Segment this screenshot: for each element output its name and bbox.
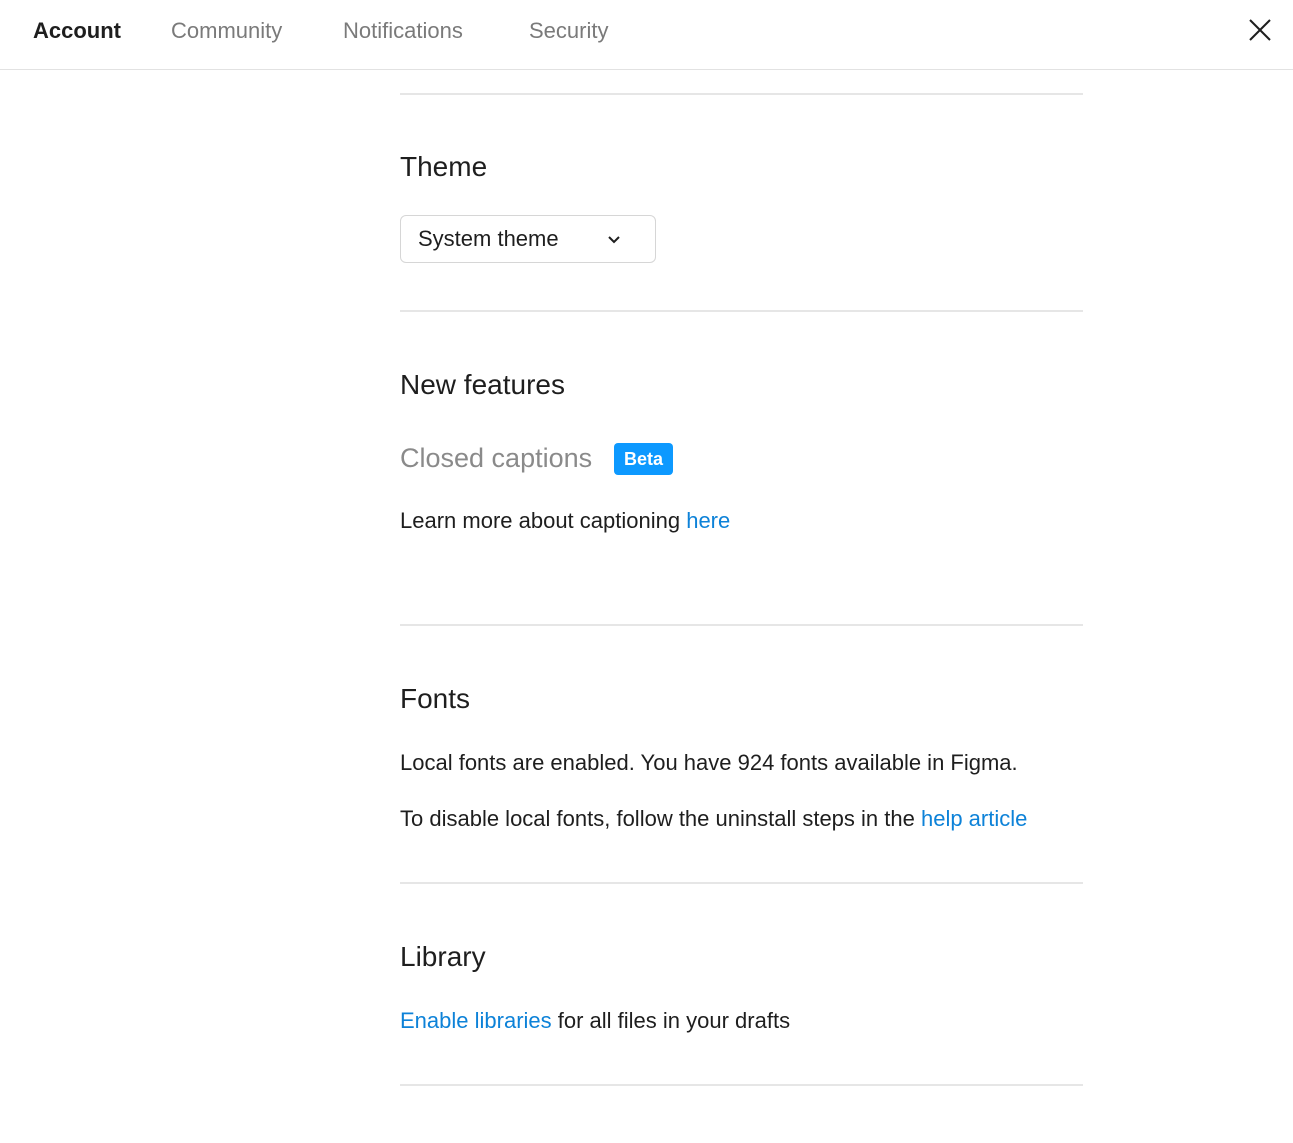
section-divider <box>400 93 1083 95</box>
tab-account[interactable]: Account <box>33 17 121 45</box>
captioning-learn-more-text: Learn more about captioning <box>400 508 687 533</box>
library-heading: Library <box>400 941 486 972</box>
section-divider <box>400 310 1083 312</box>
section-divider <box>400 624 1083 626</box>
tab-community[interactable]: Community <box>171 17 282 45</box>
close-icon <box>1249 19 1271 41</box>
beta-badge: Beta <box>614 443 673 475</box>
section-divider <box>400 1084 1083 1086</box>
captioning-here-link[interactable]: here <box>686 508 730 533</box>
new-features-heading: New features <box>400 369 565 400</box>
section-divider <box>400 882 1083 884</box>
theme-select-value: System theme <box>418 226 559 251</box>
chevron-down-icon <box>608 236 620 244</box>
library-enable-text: for all files in your drafts <box>551 1008 791 1033</box>
enable-libraries-link[interactable]: Enable libraries <box>400 1008 552 1033</box>
help-article-link[interactable]: help article <box>921 806 1027 831</box>
tab-security[interactable]: Security <box>529 17 608 45</box>
tab-notifications[interactable]: Notifications <box>343 17 463 45</box>
captioning-learn-more: Learn more about captioning here <box>400 506 730 536</box>
theme-select[interactable]: System theme <box>400 215 656 263</box>
settings-tab-bar: Account Community Notifications Security <box>0 0 1293 70</box>
fonts-heading: Fonts <box>400 683 471 714</box>
library-enable-row: Enable libraries for all files in your d… <box>400 1006 790 1036</box>
closed-captions-label: Closed captions <box>400 443 593 473</box>
fonts-disable-text: To disable local fonts, follow the unins… <box>400 806 921 831</box>
fonts-disable-instructions: To disable local fonts, follow the unins… <box>400 804 1027 834</box>
close-button[interactable] <box>1244 14 1276 46</box>
fonts-status-text: Local fonts are enabled. You have 924 fo… <box>400 750 1018 775</box>
theme-heading: Theme <box>400 151 488 182</box>
